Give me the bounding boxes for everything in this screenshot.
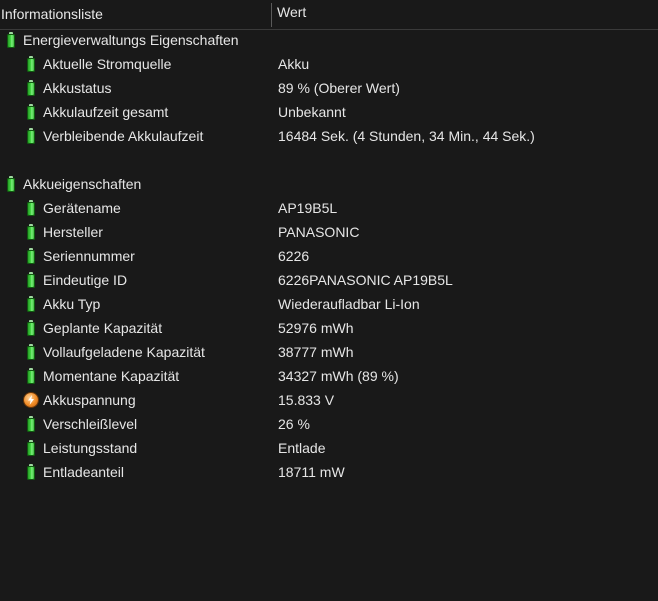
info-list: Energieverwaltungs Eigenschaften Aktuelle… [0, 28, 658, 484]
battery-icon [5, 32, 17, 49]
list-item[interactable]: Leistungsstand Entlade [0, 436, 658, 460]
voltage-icon [24, 392, 38, 409]
section-title: Energieverwaltungs Eigenschaften [23, 32, 239, 48]
item-label: Vollaufgeladene Kapazität [43, 344, 205, 360]
item-value: 15.833 V [278, 392, 335, 408]
item-value: AP19B5L [278, 200, 338, 216]
item-label: Gerätename [43, 200, 121, 216]
item-value: 89 % (Oberer Wert) [278, 80, 400, 96]
item-label: Leistungsstand [43, 440, 138, 456]
item-value: Entlade [278, 440, 326, 456]
battery-icon [25, 416, 37, 433]
item-value: PANASONIC [278, 224, 360, 240]
column-separator[interactable] [271, 3, 272, 27]
item-label: Eindeutige ID [43, 272, 128, 288]
battery-icon [25, 80, 37, 97]
item-value: 26 % [278, 416, 310, 432]
battery-icon [25, 272, 37, 289]
battery-icon [25, 368, 37, 385]
battery-icon [25, 200, 37, 217]
list-item[interactable]: Verbleibende Akkulaufzeit 16484 Sek. (4 S… [0, 124, 658, 148]
list-item[interactable]: Entladeanteil 18711 mW [0, 460, 658, 484]
list-item[interactable]: Geplante Kapazität 52976 mWh [0, 316, 658, 340]
list-item[interactable]: Momentane Kapazität 34327 mWh (89 %) [0, 364, 658, 388]
item-value: 52976 mWh [278, 320, 354, 336]
item-value: Unbekannt [278, 104, 346, 120]
battery-icon [25, 464, 37, 481]
item-label: Momentane Kapazität [43, 368, 180, 384]
battery-icon [5, 176, 17, 193]
item-value: 34327 mWh (89 %) [278, 368, 399, 384]
item-label: Entladeanteil [43, 464, 124, 480]
list-item[interactable]: Aktuelle Stromquelle Akku [0, 52, 658, 76]
item-value: 18711 mW [278, 464, 345, 480]
item-label: Akkuspannung [43, 392, 136, 408]
item-label: Geplante Kapazität [43, 320, 163, 336]
list-item[interactable]: Hersteller PANASONIC [0, 220, 658, 244]
item-value: 6226 [278, 248, 310, 264]
battery-icon [25, 104, 37, 121]
item-value: Akku [278, 56, 310, 72]
item-value: 6226PANASONIC AP19B5L [278, 272, 453, 288]
battery-icon [25, 224, 37, 241]
column-header-name[interactable]: Informationsliste [1, 6, 103, 22]
list-item[interactable]: Akku Typ Wiederaufladbar Li-Ion [0, 292, 658, 316]
list-item[interactable]: Vollaufgeladene Kapazität 38777 mWh [0, 340, 658, 364]
item-label: Hersteller [43, 224, 103, 240]
item-label: Akkulaufzeit gesamt [43, 104, 169, 120]
battery-icon [25, 320, 37, 337]
section-title: Akkueigenschaften [23, 176, 142, 192]
list-item[interactable]: Eindeutige ID 6226PANASONIC AP19B5L [0, 268, 658, 292]
list-item[interactable]: Akkulaufzeit gesamt Unbekannt [0, 100, 658, 124]
item-label: Verschleißlevel [43, 416, 138, 432]
battery-icon [25, 128, 37, 145]
section-header[interactable]: Energieverwaltungs Eigenschaften [0, 28, 658, 52]
column-header-value[interactable]: Wert [277, 4, 306, 20]
item-label: Seriennummer [43, 248, 135, 264]
list-item[interactable]: Akkuspannung 15.833 V [0, 388, 658, 412]
battery-icon [25, 248, 37, 265]
item-value: Wiederaufladbar Li-Ion [278, 296, 420, 312]
item-label: Akkustatus [43, 80, 112, 96]
list-item[interactable]: Akkustatus 89 % (Oberer Wert) [0, 76, 658, 100]
item-label: Akku Typ [43, 296, 101, 312]
battery-icon [25, 296, 37, 313]
list-item[interactable]: Gerätename AP19B5L [0, 196, 658, 220]
battery-icon [25, 440, 37, 457]
item-label: Aktuelle Stromquelle [43, 56, 172, 72]
item-label: Verbleibende Akkulaufzeit [43, 128, 204, 144]
column-header: Informationsliste Wert [0, 0, 658, 30]
list-item[interactable]: Seriennummer 6226 [0, 244, 658, 268]
battery-icon [25, 344, 37, 361]
battery-icon [25, 56, 37, 73]
item-value: 16484 Sek. (4 Stunden, 34 Min., 44 Sek.) [278, 128, 535, 144]
section-header[interactable]: Akkueigenschaften [0, 172, 658, 196]
item-value: 38777 mWh [278, 344, 354, 360]
list-item[interactable]: Verschleißlevel 26 % [0, 412, 658, 436]
